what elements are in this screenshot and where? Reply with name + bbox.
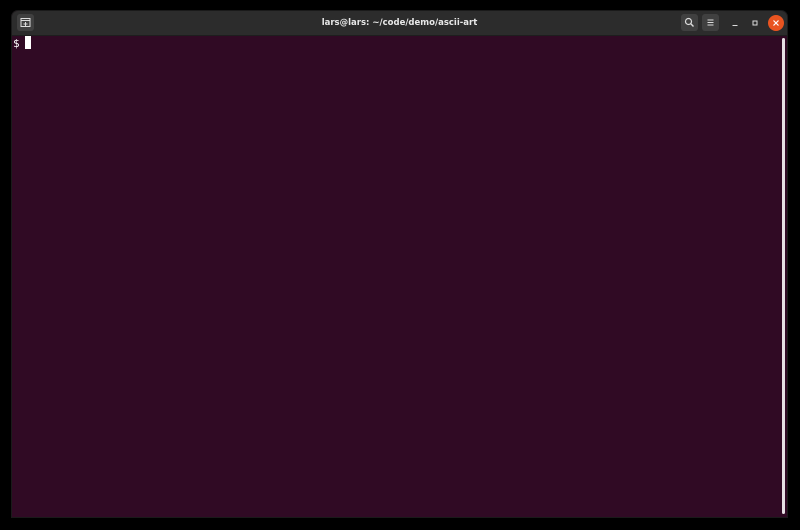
shell-prompt: $ (13, 37, 20, 50)
search-icon (684, 17, 694, 27)
search-button[interactable] (681, 14, 698, 31)
maximize-icon (752, 20, 758, 26)
maximize-button[interactable] (747, 15, 763, 31)
scrollbar-thumb[interactable] (782, 38, 785, 514)
menu-button[interactable] (702, 14, 719, 31)
minimize-icon (732, 25, 738, 26)
hamburger-menu-icon (707, 19, 714, 26)
title-bar[interactable]: lars@lars: ~/code/demo/ascii-art (12, 11, 787, 36)
close-button[interactable] (768, 15, 784, 31)
close-icon (773, 20, 779, 26)
minimize-button[interactable] (727, 15, 743, 31)
terminal-output[interactable]: $ (12, 36, 782, 517)
window-title: lars@lars: ~/code/demo/ascii-art (321, 18, 478, 28)
vertical-scrollbar[interactable] (781, 36, 787, 517)
prompt-line[interactable]: $ (13, 36, 31, 50)
text-cursor (24, 36, 31, 49)
terminal-window: lars@lars: ~/code/demo/ascii-art $ (12, 11, 787, 517)
